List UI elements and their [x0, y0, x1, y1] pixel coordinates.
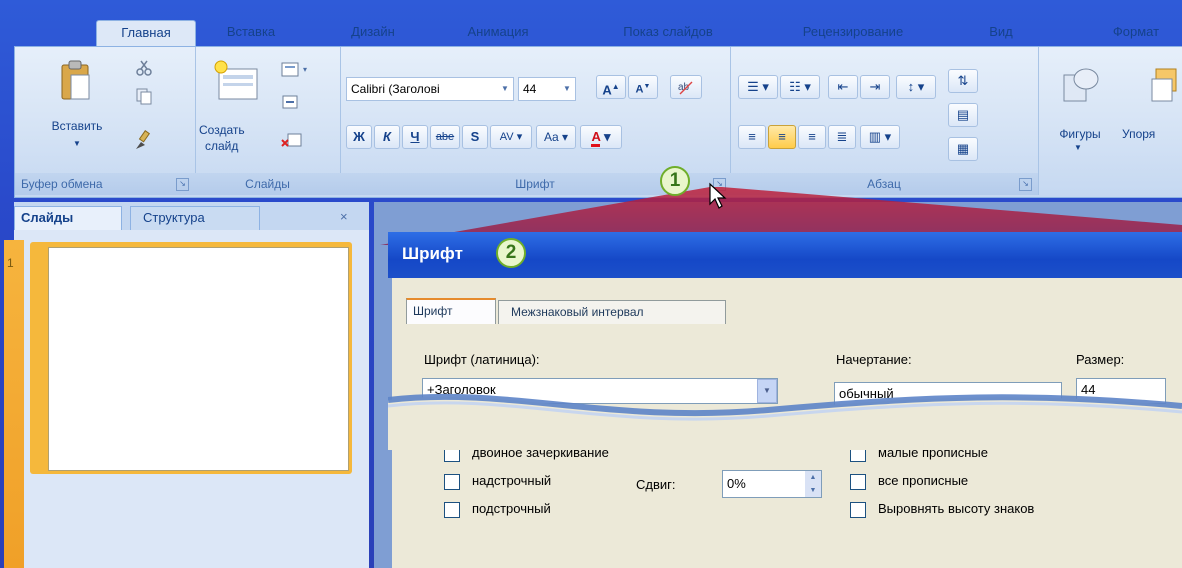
new-slide-label-2[interactable]: слайд [205, 139, 265, 153]
font-name-combobox[interactable]: Calibri (Заголові ▼ [346, 77, 514, 101]
font-color-label: A [591, 129, 601, 147]
size-label: Размер: [1076, 352, 1125, 367]
tab-home[interactable]: Главная [96, 20, 196, 47]
group-drawing: Фигуры Упоря ▼ [1038, 47, 1182, 195]
ribbon-tab-bar: Главная Вставка Дизайн Анимация Показ сл… [0, 0, 1182, 47]
grow-font-button[interactable]: A▲ [596, 75, 626, 99]
font-size-combobox[interactable]: 44 ▼ [518, 77, 576, 101]
tab-outline[interactable]: Структура [130, 206, 260, 230]
spacing-label: AV [499, 131, 514, 143]
tab-view[interactable]: Вид [978, 20, 1024, 46]
offset-label: Сдвиг: [636, 477, 676, 492]
columns-icon[interactable]: ▥ ▾ [860, 125, 900, 149]
text-direction-icon[interactable]: ⇅ [948, 69, 978, 93]
smartart-icon[interactable]: ▦ [948, 137, 978, 161]
tab-slideshow[interactable]: Показ слайдов [598, 20, 738, 46]
justify-icon[interactable]: ≣ [828, 125, 856, 149]
tab-insert[interactable]: Вставка [214, 20, 288, 46]
align-right-icon[interactable]: ≡ [798, 125, 826, 149]
slide-pane-tabs: Слайды Структура × [14, 202, 369, 230]
reset-icon[interactable] [281, 93, 301, 111]
line-spacing-icon[interactable]: ↕ ▾ [896, 75, 936, 99]
clear-formatting-icon[interactable]: ab [670, 75, 702, 99]
arrange-label[interactable]: Упоря [1122, 127, 1182, 141]
equalize-height-label: Выровнять высоту знаков [878, 501, 1035, 516]
paste-icon[interactable] [59, 59, 93, 103]
offset-value: 0% [727, 476, 746, 491]
equalize-height-checkbox[interactable] [850, 502, 866, 518]
align-center-icon[interactable]: ≡ [768, 125, 796, 149]
all-caps-label: все прописные [878, 473, 969, 488]
format-painter-icon[interactable] [133, 129, 155, 151]
offset-spinner[interactable]: 0% ▲ ▼ [722, 470, 822, 498]
font-name-value: Calibri (Заголові [351, 82, 440, 96]
bullets-icon[interactable]: ☰ ▾ [738, 75, 778, 99]
font-latin-label: Шрифт (латиница): [424, 352, 540, 367]
underline-button[interactable]: Ч [402, 125, 428, 149]
dialog-tab-spacing[interactable]: Межзнаковый интервал [498, 300, 726, 324]
tab-design[interactable]: Дизайн [340, 20, 406, 46]
slide-number: 1 [7, 256, 14, 270]
subscript-checkbox[interactable] [444, 502, 460, 518]
bold-button[interactable]: Ж [346, 125, 372, 149]
cut-icon[interactable] [135, 59, 153, 77]
font-size-value: 44 [523, 82, 537, 96]
superscript-label: надстрочный [472, 473, 552, 488]
group-paragraph: ☰ ▾ ☷ ▾ ⇤ ⇥ ↕ ▾ ⇅ ▤ ▦ ≡ ≡ ≡ ≣ ▥ ▾ Абзац … [730, 47, 1039, 195]
character-spacing-button[interactable]: AV ▾ [490, 125, 532, 149]
tab-review[interactable]: Рецензирование [772, 20, 934, 46]
paste-dropdown-icon[interactable]: ▼ [67, 139, 87, 148]
change-case-button[interactable]: Aa ▾ [536, 125, 576, 149]
tab-animation[interactable]: Анимация [448, 20, 548, 46]
group-label-clipboard: Буфер обмена [15, 173, 195, 195]
dialog-title: Шрифт [402, 244, 463, 263]
cursor-icon [709, 182, 727, 209]
slide-thumbnail[interactable] [48, 247, 349, 471]
shrink-font-button[interactable]: A▼ [628, 75, 658, 99]
paste-button-label[interactable]: Вставить [37, 119, 117, 133]
shadow-button[interactable]: S [462, 125, 488, 149]
slide-selection-strip [4, 240, 24, 568]
tab-format[interactable]: Формат [1090, 20, 1182, 46]
new-slide-icon[interactable] [213, 59, 259, 103]
align-text-icon[interactable]: ▤ [948, 103, 978, 127]
group-clipboard: Вставить ▼ Буфер обмена ↘ [15, 47, 196, 195]
delete-slide-icon[interactable] [281, 131, 303, 149]
case-label: Aa [543, 130, 559, 144]
font-color-button[interactable]: A ▾ [580, 125, 622, 149]
italic-button[interactable]: К [374, 125, 400, 149]
chevron-down-icon[interactable]: ▼ [559, 78, 575, 100]
ribbon: Вставить ▼ Буфер обмена ↘ Создать слайд … [14, 46, 1182, 198]
close-icon[interactable]: × [340, 206, 360, 230]
style-label: Начертание: [836, 352, 912, 367]
align-left-icon[interactable]: ≡ [738, 125, 766, 149]
copy-icon[interactable] [135, 87, 153, 105]
svg-text:▾: ▾ [303, 65, 307, 74]
arrange-icon[interactable] [1148, 65, 1178, 105]
shapes-label[interactable]: Фигуры [1050, 127, 1110, 141]
group-label-slides: Слайды [195, 173, 340, 195]
shapes-icon[interactable] [1062, 65, 1102, 105]
all-caps-checkbox[interactable] [850, 474, 866, 490]
superscript-checkbox[interactable] [444, 474, 460, 490]
dialog-tab-font[interactable]: Шрифт [406, 298, 496, 324]
chevron-down-icon[interactable]: ▼ [497, 78, 513, 100]
subscript-label: подстрочный [472, 501, 551, 516]
shapes-dropdown-icon[interactable]: ▼ [1068, 143, 1088, 152]
layout-icon[interactable]: ▾ [281, 61, 311, 79]
numbering-icon[interactable]: ☷ ▾ [780, 75, 820, 99]
strikethrough-button[interactable]: abe [430, 125, 460, 149]
clipboard-launcher-icon[interactable]: ↘ [176, 178, 189, 191]
callout-2: 2 [496, 238, 526, 268]
decrease-indent-icon[interactable]: ⇤ [828, 75, 858, 99]
torn-edge-divider [388, 393, 1182, 450]
svg-text:ab: ab [678, 82, 690, 93]
callout-1: 1 [660, 166, 690, 196]
increase-indent-icon[interactable]: ⇥ [860, 75, 890, 99]
new-slide-label[interactable]: Создать [199, 123, 259, 137]
group-slides: Создать слайд ▾ Слайды [195, 47, 341, 195]
tab-slides[interactable]: Слайды [14, 206, 122, 230]
spinner-arrows-icon[interactable]: ▲ ▼ [805, 471, 821, 497]
